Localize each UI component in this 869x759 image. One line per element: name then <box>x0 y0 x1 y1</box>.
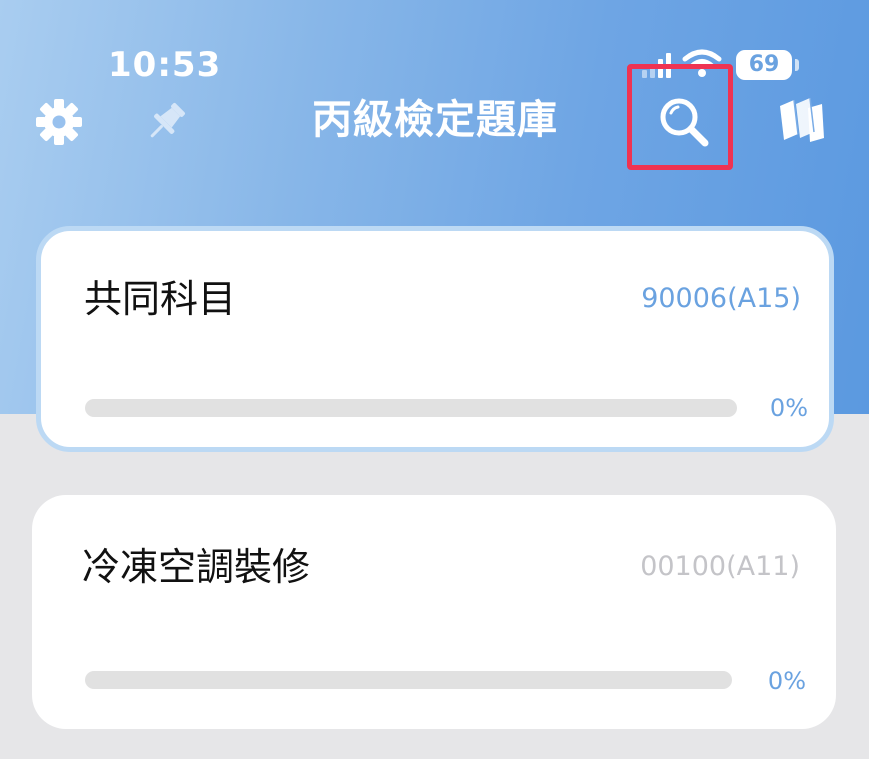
progress-bar <box>85 399 737 417</box>
subject-card[interactable]: 共同科目 90006(A15) 0% <box>36 226 834 452</box>
subject-card[interactable]: 冷凍空調裝修 00100(A11) 0% <box>32 495 836 729</box>
page-title: 丙級檢定題庫 <box>312 97 558 143</box>
battery-indicator: 69 <box>736 50 799 80</box>
gear-icon[interactable] <box>33 96 85 148</box>
subject-title: 冷凍空調裝修 <box>82 545 311 589</box>
progress-bar <box>85 671 732 689</box>
progress-percent: 0% <box>769 394 808 422</box>
progress-percent: 0% <box>767 667 806 695</box>
status-time: 10:53 <box>108 45 222 85</box>
books-icon[interactable] <box>772 90 830 148</box>
subject-title: 共同科目 <box>84 277 237 321</box>
search-highlight-box <box>627 64 733 170</box>
subject-code: 90006(A15) <box>641 283 801 314</box>
subject-code: 00100(A11) <box>640 551 800 582</box>
pin-icon[interactable] <box>140 96 192 148</box>
